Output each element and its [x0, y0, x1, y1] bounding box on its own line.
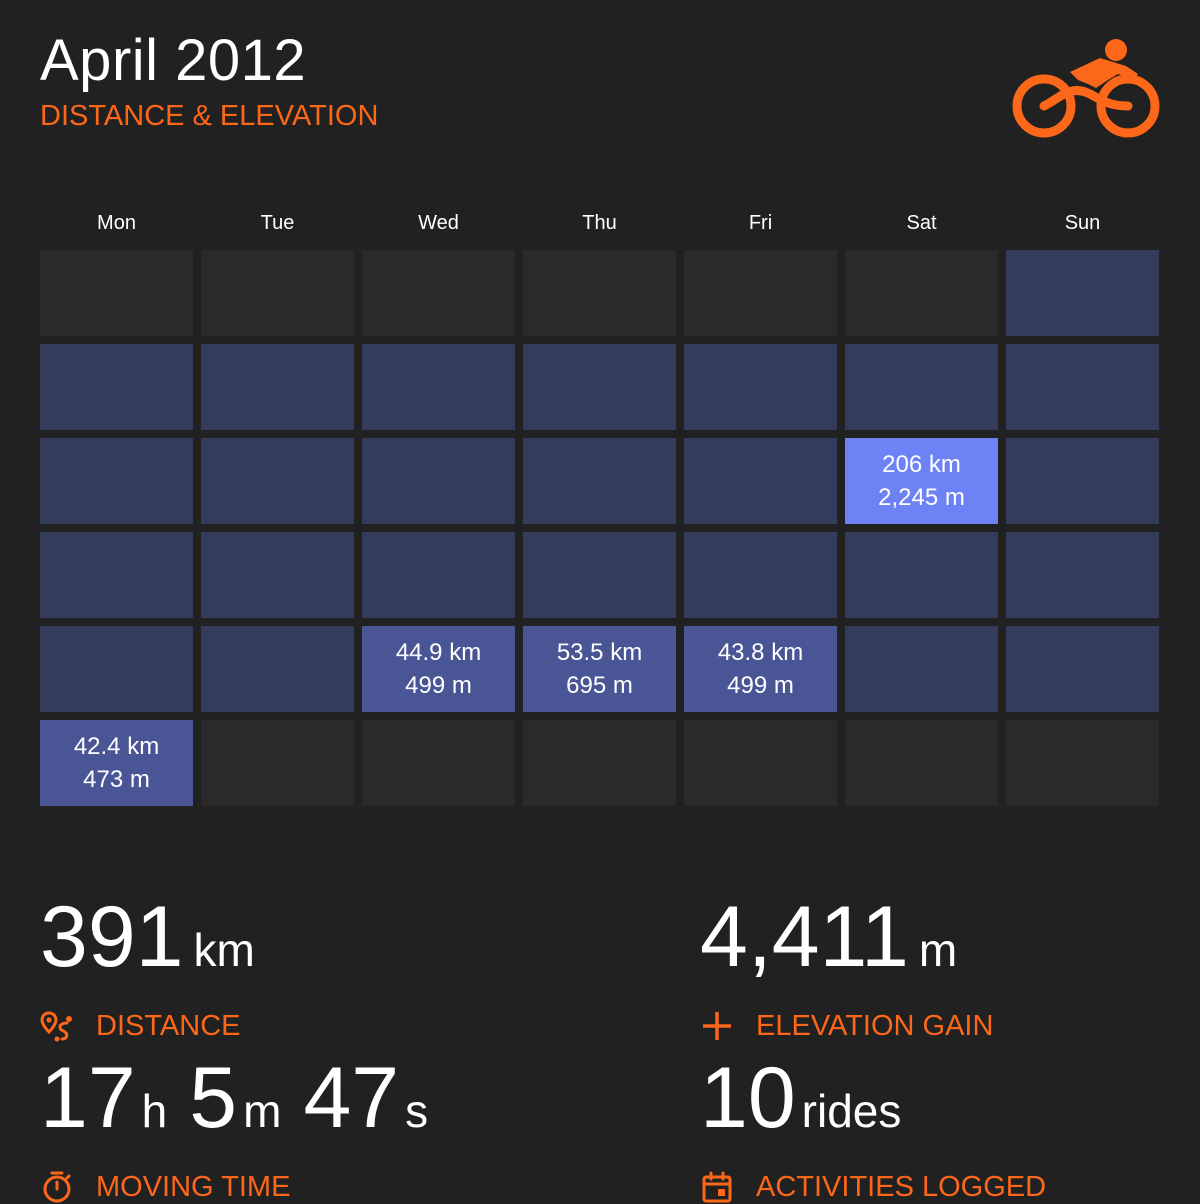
ride-elevation: 499 m — [405, 672, 472, 699]
hours-unit: h — [141, 1085, 168, 1137]
weekday-label: Fri — [748, 212, 773, 234]
minutes-value: 5 — [189, 1050, 238, 1146]
day-cell[interactable] — [845, 532, 998, 618]
day-cell[interactable] — [201, 532, 354, 618]
day-cell[interactable] — [201, 626, 354, 712]
empty-cell — [201, 250, 354, 336]
empty-cell — [845, 720, 998, 806]
ride-elevation: 695 m — [566, 672, 633, 699]
elevation-value: 4,411 — [700, 889, 909, 985]
activities-unit: rides — [801, 1085, 902, 1137]
day-cell[interactable] — [523, 344, 676, 430]
minutes-unit: m — [243, 1085, 282, 1137]
empty-cell — [523, 250, 676, 336]
route-icon — [40, 1011, 72, 1042]
ride-elevation: 473 m — [83, 766, 150, 793]
day-cell[interactable] — [40, 344, 193, 430]
elevation-unit: m — [918, 924, 958, 976]
empty-cell — [845, 250, 998, 336]
hours-value: 17 — [40, 1050, 136, 1146]
day-cell[interactable] — [40, 626, 193, 712]
day-cell[interactable] — [684, 532, 837, 618]
seconds-value: 47 — [303, 1050, 400, 1146]
empty-cell — [523, 720, 676, 806]
elevation-stat: 4,411 m ELEVATION GAIN — [700, 894, 993, 1043]
day-cell[interactable] — [523, 438, 676, 524]
plus-icon — [703, 1012, 731, 1040]
day-cell[interactable] — [40, 532, 193, 618]
day-cell[interactable] — [1006, 344, 1159, 430]
day-cell[interactable] — [1006, 438, 1159, 524]
ride-day-cell[interactable]: 44.9 km 499 m — [362, 626, 515, 712]
weekday-header: Mon Tue Wed Thu Fri Sat Sun — [40, 212, 1160, 242]
day-cell[interactable] — [684, 344, 837, 430]
cyclist-icon — [1012, 39, 1160, 138]
day-cell[interactable] — [362, 438, 515, 524]
header: April 2012 DISTANCE & ELEVATION — [40, 28, 378, 134]
activities-label: ACTIVITIES LOGGED — [756, 1170, 1047, 1203]
activities-stat: 10 rides ACTIVITIES LOGGED — [700, 1055, 1046, 1204]
calendar-icon — [702, 1171, 732, 1203]
day-cell[interactable] — [201, 438, 354, 524]
ride-day-cell[interactable]: 42.4 km 473 m — [40, 720, 193, 806]
day-cell[interactable] — [40, 438, 193, 524]
distance-label: DISTANCE — [96, 1009, 241, 1042]
moving-time-label: MOVING TIME — [96, 1170, 291, 1203]
day-cell[interactable] — [362, 532, 515, 618]
day-cell[interactable] — [845, 344, 998, 430]
stopwatch-icon — [43, 1171, 71, 1203]
moving-time-stat: 17 h 5 m 47 s MOVING TIME — [40, 1055, 428, 1204]
weekday-label: Mon — [97, 212, 136, 234]
page-subtitle: DISTANCE & ELEVATION — [40, 100, 379, 132]
day-cell[interactable] — [1006, 626, 1159, 712]
ride-elevation: 2,245 m — [878, 484, 965, 511]
distance-stat: 391 km DISTANCE — [40, 894, 255, 1043]
day-cell[interactable] — [1006, 532, 1159, 618]
weekday-label: Thu — [582, 212, 617, 234]
day-cell[interactable] — [684, 438, 837, 524]
day-cell[interactable] — [1006, 250, 1159, 336]
day-cell[interactable] — [523, 532, 676, 618]
distance-unit: km — [193, 924, 255, 976]
ride-distance: 43.8 km — [717, 639, 804, 666]
empty-cell — [201, 720, 354, 806]
day-cell[interactable] — [362, 344, 515, 430]
activities-value: 10 — [700, 1050, 796, 1146]
ride-day-cell[interactable]: 206 km 2,245 m — [845, 438, 998, 524]
ride-elevation: 499 m — [727, 672, 794, 699]
empty-cell — [362, 250, 515, 336]
day-cell[interactable] — [201, 344, 354, 430]
distance-value: 391 — [40, 889, 184, 985]
seconds-unit: s — [405, 1085, 429, 1137]
weekday-label: Sat — [906, 212, 937, 234]
empty-cell — [40, 250, 193, 336]
ride-distance: 44.9 km — [395, 639, 482, 666]
ride-distance: 53.5 km — [556, 639, 643, 666]
weekday-label: Tue — [260, 212, 295, 234]
weekday-label: Wed — [418, 212, 459, 234]
day-cell[interactable] — [845, 626, 998, 712]
ride-distance: 206 km — [882, 451, 961, 478]
weekday-label: Sun — [1064, 212, 1101, 234]
empty-cell — [684, 250, 837, 336]
ride-day-cell[interactable]: 53.5 km 695 m — [523, 626, 676, 712]
empty-cell — [362, 720, 515, 806]
empty-cell — [1006, 720, 1159, 806]
elevation-label: ELEVATION GAIN — [756, 1009, 994, 1042]
empty-cell — [684, 720, 837, 806]
ride-distance: 42.4 km — [73, 733, 160, 760]
ride-day-cell[interactable]: 43.8 km 499 m — [684, 626, 837, 712]
page-title: April 2012 — [40, 28, 307, 93]
